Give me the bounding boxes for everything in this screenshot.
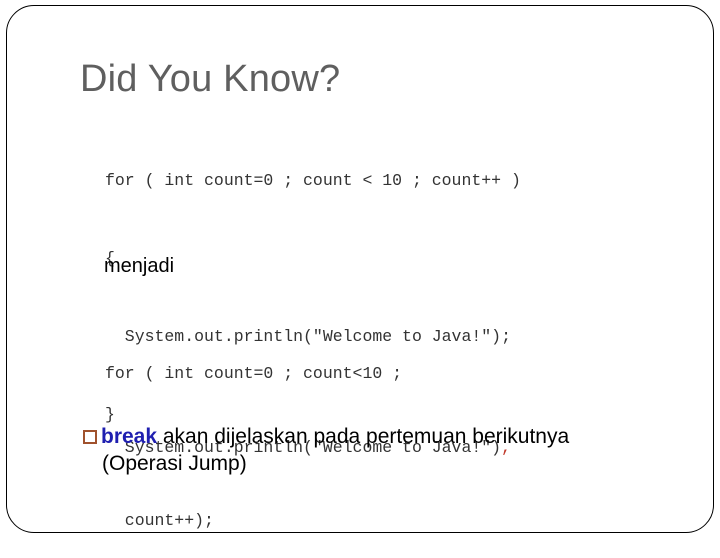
code-line: for ( int count=0 ; count<10 ;	[105, 364, 403, 383]
slide-title: Did You Know?	[80, 58, 341, 100]
bullet-text: akan dijelaskan pada pertemuan berikutny…	[157, 425, 570, 448]
bullet-text-continued: (Operasi Jump)	[102, 452, 247, 475]
code-line: for ( int count=0 ; count < 10 ; count++…	[105, 171, 521, 190]
hollow-square-bullet-icon	[83, 430, 97, 444]
bullet-item: break akan dijelaskan pada pertemuan ber…	[83, 423, 683, 477]
bullet-keyword: break	[101, 425, 158, 448]
bullet-line: break akan dijelaskan pada pertemuan ber…	[83, 423, 683, 450]
code-line: count++);	[105, 511, 214, 530]
transition-text: menjadi	[104, 255, 175, 277]
